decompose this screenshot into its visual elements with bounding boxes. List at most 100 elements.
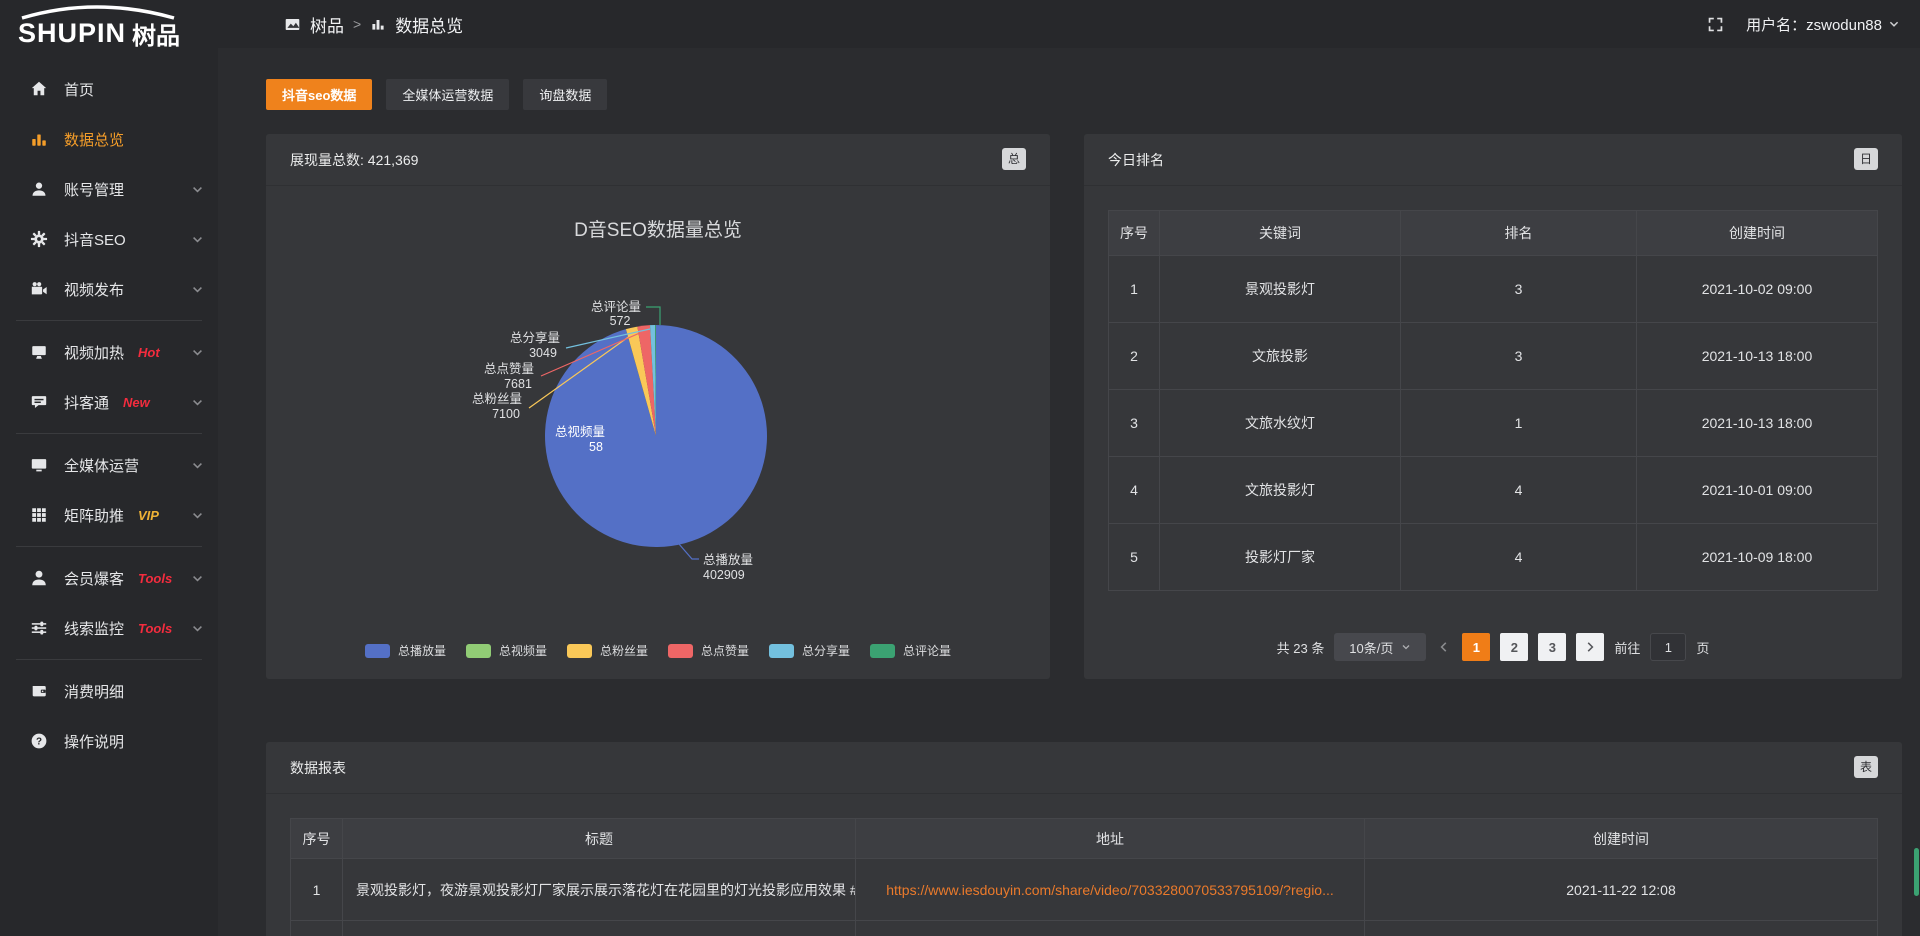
logo-text-cn: 树品 [132,16,180,51]
legend-item-总视频量[interactable]: 总视频量 [466,642,547,659]
pie-label-name: 总评论量 [591,300,641,314]
prev-page-button[interactable] [1436,641,1452,653]
legend-label: 总播放量 [398,642,446,659]
fullscreen-icon[interactable] [1707,16,1724,33]
tab-inquiry-data[interactable]: 询盘数据 [523,79,607,110]
legend-swatch [769,644,794,658]
goto-page-input[interactable] [1650,633,1686,661]
page-size-select[interactable]: 10条/页 [1334,633,1426,661]
legend-item-总点赞量[interactable]: 总点赞量 [668,642,749,659]
gear-icon [30,230,48,248]
sidebar-item-home[interactable]: 首页 [0,64,218,114]
top-header: 树品 > 数据总览 用户名：zswodun88 [218,0,1920,48]
cell-index [291,921,343,936]
sidebar-item-bar-chart[interactable]: 数据总览 [0,114,218,164]
sidebar-item-label: 会员爆客 [64,568,124,589]
pie-label-name: 总点赞量 [484,362,534,376]
day-badge-button[interactable]: 日 [1854,148,1878,170]
legend-swatch [365,644,390,658]
sidebar-item-chat[interactable]: 抖客通 New [0,377,218,427]
col-index: 序号 [291,819,343,859]
sidebar-item-gear[interactable]: 抖音SEO [0,214,218,264]
legend-label: 总分享量 [802,642,850,659]
report-table: 序号 标题 地址 创建时间 1 景观投影灯，夜游景观投影灯厂家展示展示落花灯在花… [290,818,1878,936]
page-button-1[interactable]: 1 [1462,633,1490,661]
tab-media-operation-data[interactable]: 全媒体运营数据 [386,79,509,110]
sidebar-item-person[interactable]: 会员爆客Tools [0,553,218,603]
cell-created: 2021-10-13 18:00 [1637,390,1878,457]
legend-item-总播放量[interactable]: 总播放量 [365,642,446,659]
sidebar-item-video-camera[interactable]: 视频发布 [0,264,218,314]
sidebar-item-grid[interactable]: 矩阵助推VIP [0,490,218,540]
cell-created: 2021-10-13 18:00 [1637,323,1878,390]
cell-title [343,921,856,936]
sidebar-item-monitor[interactable]: 全媒体运营 [0,440,218,490]
pie-label-value: 7681 [504,377,532,391]
page-size-value: 10条/页 [1349,638,1393,657]
label-line-总评论量 [646,307,660,325]
video-link[interactable]: https://www.iesdouyin.com/share/video/70… [886,882,1334,898]
cell-keyword: 文旅投影 [1160,323,1401,390]
cell-index: 4 [1109,457,1160,524]
sidebar-item-screen[interactable]: 视频加热Hot [0,327,218,377]
cell-rank: 3 [1401,256,1637,323]
pagination-total: 共 23 条 [1277,638,1325,657]
total-badge-button[interactable]: 总 [1002,148,1026,170]
cell-created: 2021-10-09 18:00 [1637,524,1878,591]
ranking-table: 序号 关键词 排名 创建时间 1 景观投影灯 3 2021-10-02 09:0… [1108,210,1878,591]
sidebar-item-question[interactable]: ?操作说明 [0,716,218,766]
scrollbar-thumb[interactable] [1914,848,1919,896]
sidebar-badge-new: New [123,395,150,410]
tab-douyin-seo-data[interactable]: 抖音seo数据 [266,79,372,110]
sidebar-item-label: 全媒体运营 [64,455,139,476]
legend-item-总评论量[interactable]: 总评论量 [870,642,951,659]
page-button-3[interactable]: 3 [1538,633,1566,661]
pie-label-name: 总视频量 [555,424,605,439]
app-logo[interactable]: SHUPIN 树品 [0,0,218,56]
chevron-down-icon [1401,642,1411,652]
table-badge-button[interactable]: 表 [1854,756,1878,778]
chevron-right-icon [1584,641,1596,653]
seo-pie-chart: D音SEO数据量总览总播放量402909总视频量58总粉丝量7100总点赞量76… [266,186,1050,588]
chevron-down-icon [191,572,204,585]
col-created: 创建时间 [1365,819,1878,859]
legend-item-总分享量[interactable]: 总分享量 [769,642,850,659]
cell-index: 2 [1109,323,1160,390]
cell-created: 2021-10-02 09:00 [1637,256,1878,323]
sidebar-item-label: 视频发布 [64,279,124,300]
sidebar-item-label: 抖客通 [64,392,109,413]
legend-label: 总评论量 [903,642,951,659]
legend-item-总粉丝量[interactable]: 总粉丝量 [567,642,648,659]
chevron-down-icon [191,396,204,409]
pie-label-value: 7100 [492,407,520,421]
sidebar-menu: 首页数据总览账号管理抖音SEO 视频发布视频加热Hot 抖客通 New 全媒体运营矩阵助… [0,56,218,766]
sidebar-badge-vip: VIP [138,508,159,523]
logo-arc-icon [16,4,184,20]
sidebar-item-label: 数据总览 [64,129,124,150]
sidebar-divider [16,433,202,434]
table-row [291,921,1878,936]
chevron-down-icon [191,283,204,296]
label-line-总播放量 [679,544,699,559]
sidebar-divider [16,659,202,660]
breadcrumb-root[interactable]: 树品 [310,12,344,37]
cell-index: 1 [291,859,343,921]
sidebar-item-user[interactable]: 账号管理 [0,164,218,214]
impressions-total-label: 展现量总数: 421,369 [290,150,418,170]
next-page-button[interactable] [1576,633,1604,661]
cell-title: 景观投影灯，夜游景观投影灯厂家展示展示落花灯在花园里的灯光投影应用效果 # [343,859,856,921]
sidebar-item-label: 消费明细 [64,681,124,702]
sidebar-item-wallet[interactable]: 消费明细 [0,666,218,716]
user-icon [30,180,48,198]
cell-keyword: 文旅水纹灯 [1160,390,1401,457]
legend-label: 总点赞量 [701,642,749,659]
legend-label: 总粉丝量 [600,642,648,659]
cell-index: 3 [1109,390,1160,457]
person-icon [30,569,48,587]
user-dropdown[interactable]: 用户名：zswodun88 [1746,14,1900,35]
page-button-2[interactable]: 2 [1500,633,1528,661]
data-tabs: 抖音seo数据 全媒体运营数据 询盘数据 [266,79,1902,110]
sidebar-item-sliders[interactable]: 线索监控Tools [0,603,218,653]
chevron-down-icon [191,622,204,635]
bar-chart-icon [370,16,386,32]
